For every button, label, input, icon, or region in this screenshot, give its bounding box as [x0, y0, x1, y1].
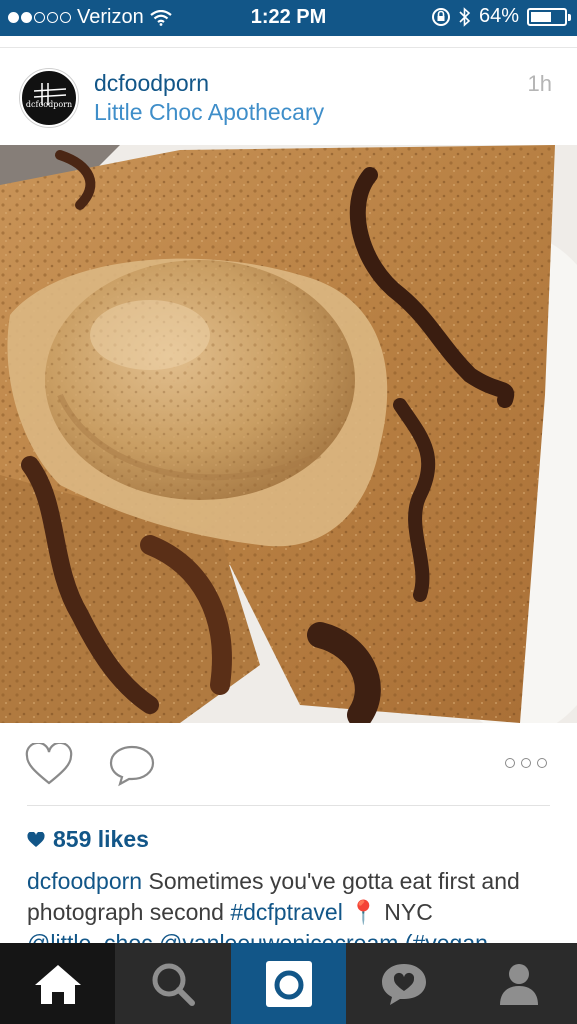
tab-bar	[0, 943, 577, 1024]
tab-search[interactable]	[115, 943, 230, 1024]
crepe-ice-cream-image	[0, 145, 577, 723]
rotation-lock-icon	[431, 7, 450, 26]
post-location[interactable]: Little Choc Apothecary	[94, 99, 324, 126]
caption-mentions[interactable]: @little_choc @vanleeuwenicecream (#vegan	[27, 930, 488, 944]
post-username[interactable]: dcfoodporn	[94, 70, 209, 97]
post-caption: dcfoodporn Sometimes you've gotta eat fi…	[27, 866, 557, 944]
camera-icon	[265, 960, 312, 1007]
battery-percent: 64%	[478, 5, 519, 27]
profile-icon	[500, 963, 539, 1005]
like-button[interactable]	[24, 743, 74, 787]
post-photo[interactable]	[0, 145, 577, 723]
status-bar: Verizon 1:22 PM 64%	[0, 0, 577, 36]
pin-emoji-icon: 📍	[349, 899, 378, 925]
caption-username[interactable]: dcfoodporn	[27, 868, 142, 894]
nav-bar-edge	[0, 36, 577, 48]
search-icon	[152, 963, 196, 1006]
tab-profile[interactable]	[462, 943, 577, 1024]
caption-location-text: NYC	[377, 899, 433, 925]
home-icon	[34, 964, 81, 1004]
comment-button[interactable]	[108, 743, 156, 787]
avatar-logo-text: dcfoodporn	[25, 99, 73, 109]
avatar[interactable]: dcfoodporn	[20, 69, 78, 127]
tab-activity[interactable]	[346, 943, 461, 1024]
battery-icon	[527, 7, 571, 26]
tab-camera[interactable]	[230, 943, 347, 1024]
post-actions	[0, 723, 577, 807]
heart-filled-icon	[27, 831, 45, 847]
caption-hashtag[interactable]: #dcfptravel	[230, 899, 343, 925]
likes-count[interactable]: 859 likes	[27, 826, 149, 853]
bluetooth-icon	[459, 6, 471, 27]
divider	[27, 805, 550, 806]
likes-label: 859 likes	[53, 826, 149, 852]
tab-home[interactable]	[0, 943, 116, 1024]
activity-icon	[381, 963, 426, 1005]
post-timestamp: 1h	[527, 71, 552, 96]
post-header: dcfoodporn dcfoodporn Little Choc Apothe…	[0, 49, 577, 145]
status-indicators: 64%	[431, 5, 571, 28]
more-options-button[interactable]	[505, 755, 551, 771]
